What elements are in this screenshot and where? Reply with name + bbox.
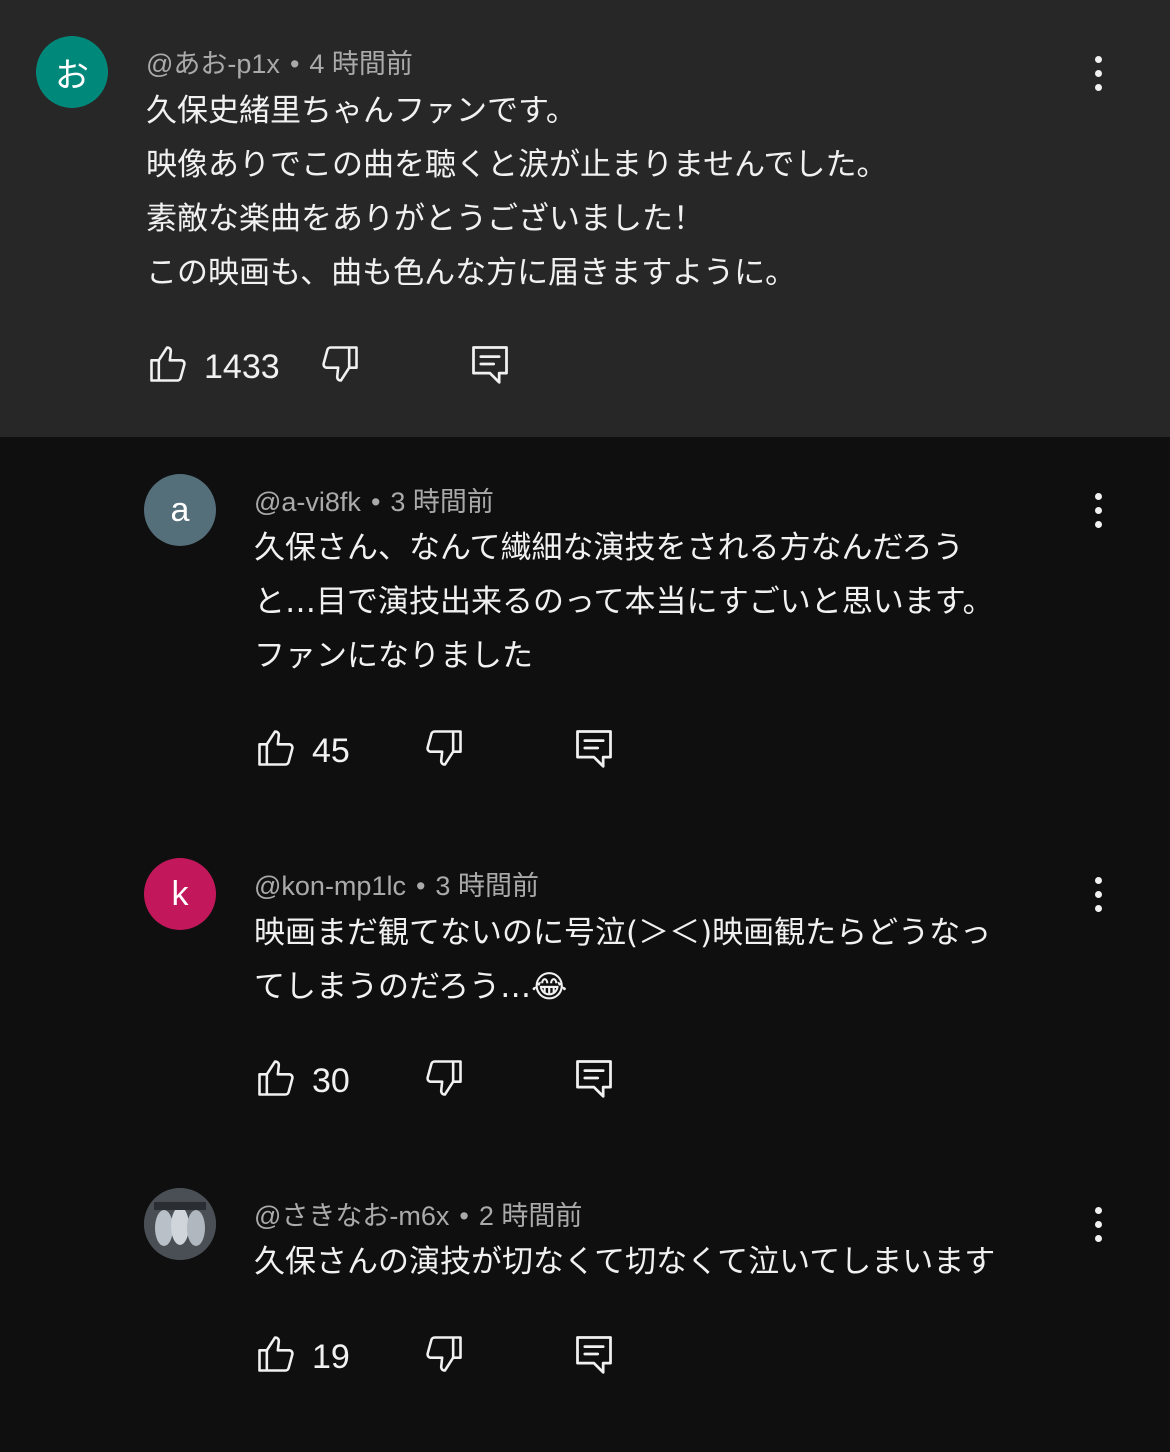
- comment-actions: 19: [254, 1332, 634, 1382]
- avatar-photo: [144, 1188, 216, 1260]
- comment-author[interactable]: @あお-p1x: [146, 49, 280, 79]
- separator-dot: •: [289, 49, 300, 79]
- thumbs-up-icon[interactable]: [254, 1332, 298, 1376]
- comment-time[interactable]: 2 時間前: [479, 1201, 583, 1231]
- comment-text: 映画まだ観てないのに号泣(＞＜)映画観たらどうなっ てしまうのだろう…😂: [254, 915, 992, 1005]
- comment-author[interactable]: @さきなお-m6x: [254, 1201, 449, 1231]
- more-vert-icon[interactable]: [1078, 48, 1118, 98]
- avatar-letter: k: [171, 874, 189, 913]
- like-count: 1433: [204, 348, 280, 386]
- separator-dot: •: [459, 1201, 469, 1231]
- thumbs-up-icon[interactable]: [146, 342, 190, 386]
- thumbs-down-icon[interactable]: [422, 1332, 466, 1376]
- comment-meta: @a-vi8fk • 3 時間前: [254, 480, 494, 519]
- comment-meta: @あお-p1x • 4 時間前: [146, 42, 413, 81]
- comment-meta: @さきなお-m6x • 2 時間前: [254, 1194, 582, 1233]
- like-count: 45: [312, 732, 350, 770]
- avatar[interactable]: a: [144, 474, 216, 546]
- comment-actions: 45: [254, 726, 634, 776]
- comment-time[interactable]: 3 時間前: [435, 871, 539, 901]
- more-vert-icon[interactable]: [1078, 485, 1118, 535]
- thumbs-up-icon[interactable]: [254, 726, 298, 770]
- avatar[interactable]: お: [36, 36, 108, 108]
- thumbs-down-icon[interactable]: [318, 342, 362, 386]
- comment-time[interactable]: 4 時間前: [309, 49, 413, 79]
- more-vert-icon[interactable]: [1078, 869, 1118, 919]
- comment-time[interactable]: 3 時間前: [390, 487, 494, 517]
- comment-text: 久保さん、なんて繊細な演技をされる方なんだろう と…目で演技出来るのって本当にす…: [254, 530, 994, 674]
- avatar-letter: お: [55, 56, 89, 95]
- avatar[interactable]: [144, 1188, 216, 1260]
- separator-dot: •: [415, 871, 426, 901]
- more-vert-icon[interactable]: [1078, 1199, 1118, 1249]
- comment-actions: 30: [254, 1056, 634, 1106]
- comment-author[interactable]: @kon-mp1lc: [254, 871, 406, 901]
- reply-icon[interactable]: [572, 1332, 616, 1376]
- like-count: 19: [312, 1338, 350, 1376]
- comment-actions: 1433: [146, 342, 526, 392]
- comment-author[interactable]: @a-vi8fk: [254, 487, 361, 517]
- thumbs-up-icon[interactable]: [254, 1056, 298, 1100]
- avatar-letter: a: [170, 490, 190, 529]
- like-count: 30: [312, 1062, 350, 1100]
- separator-dot: •: [370, 487, 381, 517]
- reply-icon[interactable]: [572, 1056, 616, 1100]
- avatar[interactable]: k: [144, 858, 216, 930]
- thumbs-down-icon[interactable]: [422, 726, 466, 770]
- comment-text: 久保史緒里ちゃんファンです。 映像ありでこの曲を聴くと涙が止まりませんでした。 …: [146, 93, 888, 291]
- thumbs-down-icon[interactable]: [422, 1056, 466, 1100]
- reply-icon[interactable]: [468, 342, 512, 386]
- comment-text: 久保さんの演技が切なくて切なくて泣いてしまいます: [254, 1244, 996, 1280]
- reply-icon[interactable]: [572, 726, 616, 770]
- comment-meta: @kon-mp1lc • 3 時間前: [254, 864, 539, 903]
